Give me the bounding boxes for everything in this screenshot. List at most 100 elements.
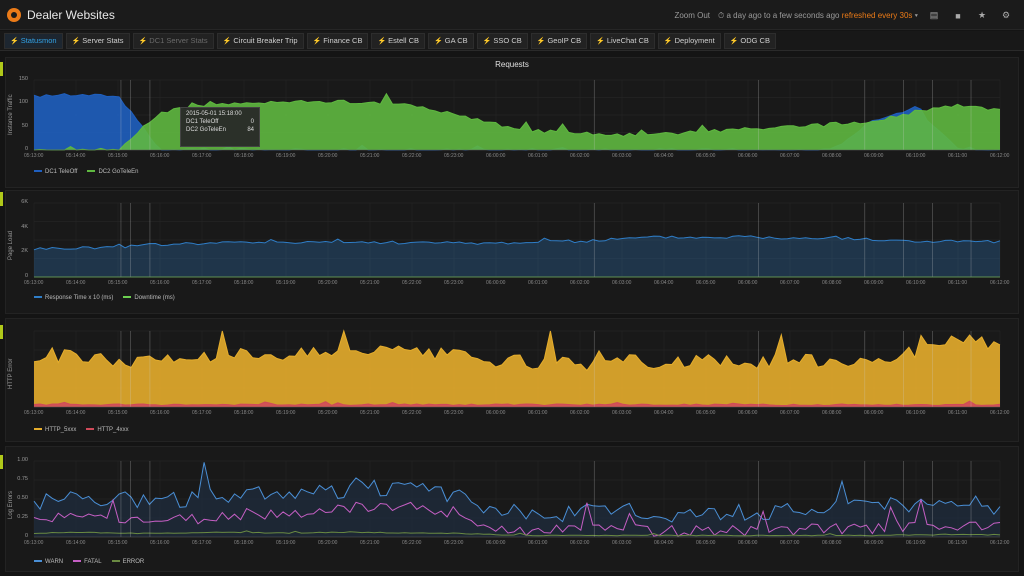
x-tick-label: 06:02:00 (570, 153, 590, 159)
x-tick-label: 05:15:00 (108, 280, 128, 286)
x-tick-label: 05:14:00 (66, 153, 86, 159)
legend-item[interactable]: Response Time x 10 (ms) (34, 295, 113, 301)
row-collapse-marker[interactable] (0, 455, 3, 469)
tab-circuit-breaker-trip[interactable]: ⚡ Circuit Breaker Trip (216, 32, 304, 49)
x-tick-label: 06:04:00 (654, 280, 674, 286)
row-collapse-marker[interactable] (0, 62, 3, 76)
legend-item[interactable]: HTTP_5xxx (34, 427, 76, 433)
tab-ga-cb[interactable]: ⚡ GA CB (428, 32, 474, 49)
time-range-picker[interactable]: ⏱ a day ago to a few seconds ago refresh… (718, 11, 918, 21)
tab-statusmon[interactable]: ⚡ Statusmon (4, 32, 63, 49)
bolt-icon: ⚡ (663, 37, 673, 45)
x-tick-label: 06:11:00 (948, 280, 968, 286)
x-tick-label: 05:22:00 (402, 540, 422, 546)
x-tick-label: 06:09:00 (864, 280, 884, 286)
series-fill-0 (34, 462, 1000, 537)
y-tick-label: 0 (24, 146, 28, 152)
legend-label: ERROR (122, 559, 145, 565)
legend-swatch (86, 428, 95, 431)
x-tick-label: 05:22:00 (402, 280, 422, 286)
zoom-out-button[interactable]: Zoom Out (674, 11, 710, 20)
gear-icon[interactable]: ⚙ (998, 9, 1014, 22)
bolt-icon: ⚡ (482, 37, 492, 45)
tab-label: DC1 Server Stats (149, 36, 208, 45)
graph-canvas (33, 79, 1001, 151)
x-tick-label: 06:03:00 (612, 540, 632, 546)
top-navbar: Dealer Websites Zoom Out ⏱ a day ago to … (0, 0, 1024, 30)
tab-sso-cb[interactable]: ⚡ SSO CB (476, 32, 528, 49)
x-tick-label: 06:00:00 (486, 410, 506, 416)
x-tick-label: 05:13:00 (24, 280, 44, 286)
tab-label: Deployment (674, 36, 715, 45)
legend-item[interactable]: FATAL (73, 559, 102, 565)
row-collapse-marker[interactable] (0, 192, 3, 206)
clock-icon: ⏱ (718, 10, 725, 20)
tab-label: Finance CB (323, 36, 363, 45)
tab-odg-cb[interactable]: ⚡ ODG CB (723, 32, 776, 49)
grafana-logo-icon[interactable] (7, 8, 21, 22)
x-tick-label: 06:09:00 (864, 540, 884, 546)
tab-geoip-cb[interactable]: ⚡ GeoIP CB (530, 32, 588, 49)
x-tick-label: 06:09:00 (864, 153, 884, 159)
legend-item[interactable]: ERROR (111, 559, 145, 565)
x-tick-label: 05:20:00 (318, 540, 338, 546)
bolt-icon: ⚡ (222, 37, 232, 45)
tab-livechat-cb[interactable]: ⚡ LiveChat CB (590, 32, 655, 49)
legend: Response Time x 10 (ms) Downtime (ms) (34, 295, 175, 301)
star-icon[interactable]: ★ (974, 9, 990, 22)
graph-canvas (33, 460, 1001, 538)
x-tick-label: 06:07:00 (780, 280, 800, 286)
x-tick-label: 05:20:00 (318, 280, 338, 286)
dashboard-links-bar: ⚡ Statusmon ⚡ Server Stats ⚡ DC1 Server Stats… (0, 31, 1024, 51)
x-tick-label: 06:07:00 (780, 153, 800, 159)
legend-item[interactable]: DC1 TeleOff (34, 169, 77, 175)
legend-item[interactable]: Downtime (ms) (123, 295, 175, 301)
tooltip-time: 2015-05-01 15:18:00 (186, 111, 242, 117)
legend-item[interactable]: WARN (34, 559, 63, 565)
x-tick-label: 05:17:00 (192, 153, 212, 159)
series-area-0 (34, 331, 1000, 407)
tooltip-series-name: DC2 GoTeleEn (186, 127, 227, 133)
tab-label: GA CB (444, 36, 468, 45)
bolt-icon: ⚡ (71, 37, 81, 45)
x-tick-label: 06:08:00 (822, 540, 842, 546)
dashboard-title[interactable]: Dealer Websites (27, 8, 115, 22)
x-tick-label: 05:23:00 (444, 280, 464, 286)
legend-label: DC2 GoTeleEn (98, 169, 139, 175)
graph-canvas (33, 329, 1001, 408)
x-tick-label: 05:14:00 (66, 410, 86, 416)
x-tick-label: 06:11:00 (948, 153, 968, 159)
http-error-panel: 05:13:00 05:14:00 05:15:00 05:16:00 05:17:00… (5, 318, 1019, 442)
tab-dc1-server-stats[interactable]: ⚡ DC1 Server Stats (132, 32, 214, 49)
tab-finance-cb[interactable]: ⚡ Finance CB (306, 32, 369, 49)
legend-swatch (34, 560, 42, 563)
legend-label: Response Time x 10 (ms) (45, 295, 114, 301)
x-tick-label: 06:08:00 (822, 410, 842, 416)
x-tick-label: 05:18:00 (234, 280, 254, 286)
legend-item[interactable]: DC2 GoTeleEn (87, 169, 139, 175)
tab-server-stats[interactable]: ⚡ Server Stats (65, 32, 130, 49)
row-collapse-marker[interactable] (0, 325, 3, 339)
x-tick-label: 05:23:00 (444, 153, 464, 159)
legend-label: HTTP_5xxx (45, 427, 77, 433)
folder-icon[interactable]: ■ (950, 9, 966, 22)
legend-item[interactable]: HTTP_4xxx (86, 427, 129, 433)
y-tick-label: 0 (24, 533, 28, 539)
bolt-icon: ⚡ (536, 37, 546, 45)
x-tick-label: 06:04:00 (654, 540, 674, 546)
tab-deployment[interactable]: ⚡ Deployment (657, 32, 721, 49)
x-tick-label: 05:20:00 (318, 153, 338, 159)
x-tick-label: 06:05:00 (696, 280, 716, 286)
x-tick-label: 06:06:00 (738, 280, 758, 286)
x-tick-label: 06:03:00 (612, 410, 632, 416)
x-tick-label: 06:02:00 (570, 410, 590, 416)
tab-label: Statusmon (20, 36, 57, 45)
tab-estell-cb[interactable]: ⚡ Estell CB (371, 32, 426, 49)
y-tick-label: 0 (24, 273, 28, 279)
x-tick-label: 05:13:00 (24, 540, 44, 546)
x-tick-label: 06:02:00 (570, 280, 590, 286)
x-tick-label: 06:06:00 (738, 410, 758, 416)
save-icon[interactable]: ▤ (926, 9, 942, 22)
legend-swatch (123, 296, 132, 299)
x-tick-label: 05:19:00 (276, 540, 296, 546)
